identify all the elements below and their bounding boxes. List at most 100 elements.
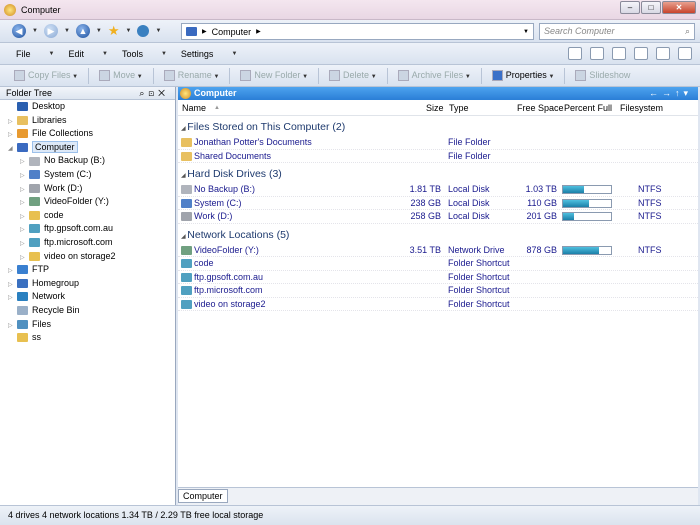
maximize-button[interactable]: □ [641, 1, 661, 14]
breadcrumb-arrow-icon[interactable]: ▶ [256, 28, 261, 35]
file-row[interactable]: Work (D:) 258 GB Local Disk 201 GB NTFS [178, 210, 698, 224]
copy-files-button[interactable]: Copy Files ▼ [14, 70, 78, 82]
tree-item[interactable]: ▷ File Collections [0, 127, 175, 141]
tree-item-label: Homegroup [32, 277, 80, 288]
minimize-button[interactable]: – [620, 1, 640, 14]
tree-item[interactable]: ▷ ftp.gpsoft.com.au [0, 222, 175, 236]
chevron-down-icon[interactable]: ▼ [300, 74, 308, 80]
group-header[interactable]: ◢ Network Locations (5) [178, 226, 698, 244]
edit-toolbar-button[interactable] [590, 47, 604, 60]
tree-item-label: Network [32, 291, 66, 302]
item-icon [181, 151, 192, 161]
chevron-down-icon[interactable]: ▼ [463, 74, 471, 80]
help-button[interactable] [678, 47, 692, 60]
file-row[interactable]: ftp.microsoft.com Folder Shortcut [178, 284, 698, 298]
chevron-down-icon[interactable]: ▼ [212, 74, 219, 80]
tree-item[interactable]: ▷ FTP [0, 263, 175, 277]
network-dropdown[interactable]: ▼ [155, 28, 161, 34]
tree-item[interactable]: ▷ ftp.microsoft.com [0, 236, 175, 250]
column-header-free-space[interactable]: Free Space [517, 103, 564, 113]
address-bar[interactable]: ▶ Computer ▶ ▼ [181, 23, 534, 40]
column-header-size[interactable]: Size [426, 103, 444, 113]
file-row[interactable]: No Backup (B:) 1.81 TB Local Disk 1.03 TB NT… [178, 183, 698, 197]
properties-button[interactable]: Properties ▼ [491, 70, 554, 82]
menu-file[interactable]: File [16, 49, 31, 59]
address-dropdown[interactable]: ▼ [523, 29, 529, 35]
menu-arrow-icon[interactable]: ▾ [683, 88, 692, 98]
viewer-button[interactable] [656, 47, 670, 60]
forward-button[interactable]: ▶ [43, 24, 58, 38]
folder-icon [17, 333, 28, 343]
column-header-percent-full[interactable]: Percent Full [564, 103, 612, 113]
back-dropdown[interactable]: ▼ [32, 28, 38, 34]
file-row[interactable]: Shared Documents File Folder [178, 150, 698, 163]
new-folder-button[interactable]: New Folder ▼ [240, 70, 308, 82]
tree-item[interactable]: Desktop [0, 100, 175, 114]
column-header-filesystem[interactable]: Filesystem [620, 103, 663, 113]
tree-item[interactable]: ▷ Libraries [0, 114, 175, 128]
column-header-name[interactable]: Name [182, 103, 206, 113]
layout-button[interactable] [612, 47, 626, 60]
group-header[interactable]: ◢ Files Stored on This Computer (2) [178, 118, 698, 136]
rename-button[interactable]: Rename ▼ [163, 70, 219, 82]
forward-dropdown[interactable]: ▼ [64, 28, 70, 34]
tree-item[interactable]: Recycle Bin [0, 304, 175, 318]
tree-item[interactable]: ▷ code [0, 209, 175, 223]
tree-item[interactable]: ▷ Work (D:) [0, 182, 175, 196]
chevron-down-icon[interactable]: ▼ [369, 74, 377, 80]
panes-button[interactable] [634, 47, 648, 60]
button-label: Slideshow [589, 69, 631, 80]
favorites-dropdown[interactable]: ▼ [126, 28, 132, 34]
folder-icon [29, 210, 40, 220]
file-row[interactable]: System (C:) 238 GB Local Disk 110 GB NTFS [178, 197, 698, 210]
tree-item-label: ss [32, 332, 41, 343]
computer-icon [186, 27, 197, 36]
item-name: Work (D:) [194, 211, 233, 221]
chevron-down-icon[interactable]: ▼ [71, 74, 78, 80]
up-dropdown[interactable]: ▼ [96, 28, 102, 34]
tab-computer[interactable]: Computer [178, 489, 228, 503]
archive-files-button[interactable]: Archive Files ▼ [397, 70, 471, 82]
file-row[interactable]: Jonathan Potter's Documents File Folder [178, 136, 698, 150]
forward-arrow-icon[interactable]: → [662, 88, 675, 98]
delete-button[interactable]: Delete ▼ [329, 70, 377, 82]
chevron-down-icon[interactable]: ▼ [135, 74, 143, 80]
divider [229, 67, 231, 84]
file-row[interactable]: code Folder Shortcut [178, 257, 698, 271]
back-button[interactable]: ◀ [12, 24, 26, 38]
menu-tools[interactable]: Tools [122, 49, 143, 59]
tree-item[interactable]: ▷ Files [0, 318, 175, 332]
slideshow-button[interactable]: Slideshow [575, 69, 631, 82]
back-arrow-icon[interactable]: ← [649, 88, 662, 98]
tree-item[interactable]: ▷ No Backup (B:) [0, 154, 175, 168]
file-row[interactable]: ftp.gpsoft.com.au Folder Shortcut [178, 271, 698, 284]
close-pane-icon[interactable]: ✕ [158, 88, 169, 98]
search-input[interactable]: Search Computer ⌕ [539, 23, 695, 40]
search-icon[interactable]: ⌕ [685, 24, 690, 39]
tree-item[interactable]: ◢ Computer [0, 140, 175, 155]
favorites-star-icon[interactable]: ★ [108, 23, 120, 39]
chevron-down-icon[interactable]: ▼ [547, 74, 554, 80]
column-header-type[interactable]: Type [449, 103, 469, 113]
tree-item[interactable]: ▷ Homegroup [0, 277, 175, 291]
tree-item[interactable]: ▷ VideoFolder (Y:) [0, 195, 175, 209]
tree-item[interactable]: ▷ video on storage2 [0, 250, 175, 264]
close-button[interactable]: ✕ [662, 1, 696, 14]
network-icon[interactable] [137, 25, 150, 37]
move-button[interactable]: Move ▼ [99, 70, 143, 82]
tree-item[interactable]: ss [0, 331, 175, 345]
divider [88, 67, 90, 84]
tree-item[interactable]: ▷ Network [0, 290, 175, 304]
menu-edit[interactable]: Edit [68, 49, 84, 59]
file-row[interactable]: VideoFolder (Y:) 3.51 TB Network Drive 878 … [178, 244, 698, 257]
breadcrumb-computer[interactable]: Computer [212, 27, 252, 37]
folder-icon [29, 251, 40, 261]
tree-item[interactable]: ▷ System (C:) [0, 168, 175, 182]
up-button[interactable]: ▲ [75, 24, 90, 38]
view-mode-button[interactable] [568, 47, 582, 60]
menu-settings[interactable]: Settings [181, 49, 214, 59]
folder-tree: Desktop ▷ Libraries ▷ File Collections ◢ Compu… [0, 100, 175, 345]
group-header[interactable]: ◢ Hard Disk Drives (3) [178, 165, 698, 183]
file-row[interactable]: video on storage2 Folder Shortcut [178, 298, 698, 311]
lock-icon[interactable]: ⊡ [148, 88, 158, 98]
